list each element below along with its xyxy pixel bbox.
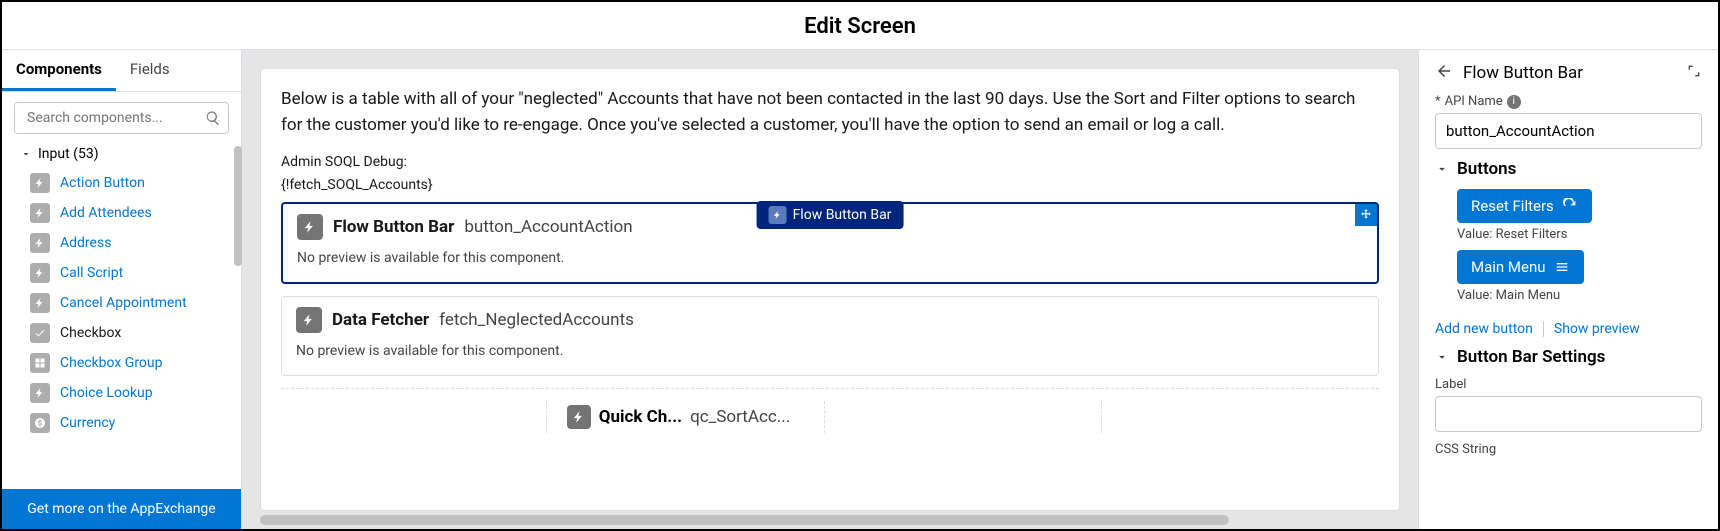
- lightning-icon: [297, 214, 323, 240]
- category-input[interactable]: Input (53): [2, 142, 241, 168]
- card-title: Data Fetcher: [332, 310, 429, 330]
- grid-icon: [30, 353, 50, 373]
- css-string-label: CSS String: [1435, 442, 1702, 457]
- main-menu-button[interactable]: Main Menu: [1457, 250, 1584, 284]
- lightning-icon: [30, 263, 50, 283]
- chevron-down-icon: [1435, 162, 1449, 176]
- lightning-icon: [567, 405, 591, 429]
- chevron-down-icon: [20, 148, 32, 160]
- tab-fields[interactable]: Fields: [116, 50, 184, 91]
- lightning-icon: [30, 233, 50, 253]
- section-label: Buttons: [1457, 159, 1516, 179]
- button-value-text: Value: Reset Filters: [1457, 227, 1702, 242]
- lightning-icon: [30, 203, 50, 223]
- component-list: Action Button Add Attendees Address Call…: [2, 168, 241, 446]
- lightning-icon: [296, 307, 322, 333]
- search-icon: [205, 110, 221, 126]
- chevron-down-icon: [1435, 350, 1449, 364]
- component-item[interactable]: Address: [2, 228, 241, 258]
- row-cell[interactable]: [281, 401, 547, 433]
- settings-section-header[interactable]: Button Bar Settings: [1435, 347, 1702, 367]
- show-preview-link[interactable]: Show preview: [1554, 321, 1640, 337]
- debug-value: {!fetch_SOQL_Accounts}: [281, 175, 1379, 196]
- component-item-label: Checkbox Group: [60, 355, 163, 371]
- button-value-text: Value: Main Menu: [1457, 288, 1702, 303]
- checkbox-icon: [30, 323, 50, 343]
- card-api-name: button_AccountAction: [464, 217, 632, 237]
- canvas: Below is a table with all of your "negle…: [242, 50, 1418, 529]
- component-item-label: Checkbox: [60, 325, 121, 341]
- component-item[interactable]: Call Script: [2, 258, 241, 288]
- component-item[interactable]: Checkbox: [2, 318, 241, 348]
- properties-panel: Flow Button Bar * API Name i Buttons Res…: [1418, 50, 1718, 529]
- row-strip: Quick Ch... qc_SortAcc...: [281, 388, 1379, 433]
- category-label: Input (53): [38, 146, 99, 162]
- no-preview-text: No preview is available for this compone…: [297, 250, 1363, 266]
- intro-text: Below is a table with all of your "negle…: [281, 87, 1379, 138]
- label-input[interactable]: [1435, 396, 1702, 432]
- lightning-icon: [30, 173, 50, 193]
- component-item-label: Cancel Appointment: [60, 295, 187, 311]
- no-preview-text: No preview is available for this compone…: [296, 343, 1364, 359]
- label-field-label: Label: [1435, 377, 1702, 392]
- move-handle[interactable]: [1355, 204, 1377, 226]
- left-tabs: Components Fields: [2, 50, 241, 92]
- component-item-label: Action Button: [60, 175, 145, 191]
- component-item[interactable]: Checkbox Group: [2, 348, 241, 378]
- data-fetcher-card[interactable]: Data Fetcher fetch_NeglectedAccounts No …: [281, 296, 1379, 376]
- component-item-label: Call Script: [60, 265, 123, 281]
- lightning-icon: [30, 383, 50, 403]
- component-item-label: Choice Lookup: [60, 385, 153, 401]
- page-title: Edit Screen: [2, 2, 1718, 50]
- add-new-button-link[interactable]: Add new button: [1435, 321, 1533, 337]
- search-box: [14, 102, 229, 134]
- component-item[interactable]: Cancel Appointment: [2, 288, 241, 318]
- drag-pill-label: Flow Button Bar: [793, 207, 892, 223]
- lightning-icon: [769, 206, 787, 224]
- component-item[interactable]: Currency: [2, 408, 241, 438]
- reset-filters-button[interactable]: Reset Filters: [1457, 189, 1592, 223]
- search-input[interactable]: [14, 102, 229, 134]
- back-button[interactable]: [1435, 62, 1453, 84]
- button-label: Reset Filters: [1471, 197, 1554, 215]
- canvas-h-scrollbar-track: [260, 515, 1400, 525]
- card-api-name: fetch_NeglectedAccounts: [439, 310, 634, 330]
- row-cell[interactable]: [837, 401, 1103, 433]
- row-cell[interactable]: [1114, 401, 1379, 433]
- screen-card: Below is a table with all of your "negle…: [260, 68, 1400, 511]
- drag-pill[interactable]: Flow Button Bar: [757, 201, 904, 229]
- lightning-icon: [30, 293, 50, 313]
- component-item-label: Address: [60, 235, 111, 251]
- info-icon[interactable]: i: [1507, 95, 1521, 109]
- tab-components[interactable]: Components: [2, 50, 116, 91]
- expand-icon[interactable]: [1686, 63, 1702, 83]
- card-title: Flow Button Bar: [333, 217, 454, 237]
- appexchange-button[interactable]: Get more on the AppExchange: [2, 489, 241, 529]
- left-scrollbar[interactable]: [234, 146, 242, 266]
- api-name-input[interactable]: [1435, 113, 1702, 149]
- currency-icon: [30, 413, 50, 433]
- row-item-title: Quick Ch...: [599, 407, 682, 427]
- component-item-label: Currency: [60, 415, 115, 431]
- debug-label: Admin SOQL Debug:: [281, 152, 1379, 173]
- section-label: Button Bar Settings: [1457, 347, 1605, 367]
- refresh-icon: [1562, 198, 1578, 214]
- separator: [1543, 321, 1544, 337]
- buttons-section-header[interactable]: Buttons: [1435, 159, 1702, 179]
- list-icon: [1554, 259, 1570, 275]
- component-item[interactable]: Choice Lookup: [2, 378, 241, 408]
- canvas-h-scrollbar[interactable]: [260, 515, 1229, 525]
- row-cell[interactable]: Quick Ch... qc_SortAcc...: [559, 401, 825, 433]
- api-name-label: * API Name i: [1435, 94, 1702, 109]
- button-label: Main Menu: [1471, 258, 1546, 276]
- component-item[interactable]: Add Attendees: [2, 198, 241, 228]
- component-item[interactable]: Action Button: [2, 168, 241, 198]
- left-panel: Components Fields Input (53) Action Butt…: [2, 50, 242, 529]
- component-item-label: Add Attendees: [60, 205, 152, 221]
- properties-title: Flow Button Bar: [1463, 63, 1676, 83]
- row-item-api: qc_SortAcc...: [690, 407, 790, 427]
